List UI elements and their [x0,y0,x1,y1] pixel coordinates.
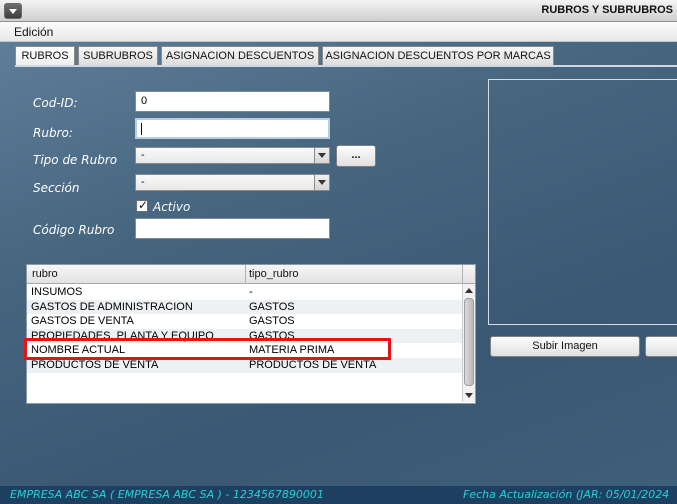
column-header-tipo-rubro[interactable]: tipo_rubro [249,268,299,280]
cod-id-label: Cod-ID: [33,96,78,110]
rubros-table: rubro tipo_rubro INSUMOS - GASTOS DE ADM… [26,264,476,404]
cell-tipo-rubro: - [249,286,253,298]
cell-rubro: INSUMOS [31,286,83,298]
image-preview-panel [488,79,677,325]
column-divider[interactable] [462,265,463,284]
table-body: INSUMOS - GASTOS DE ADMINISTRACION GASTO… [27,285,463,373]
tipo-rubro-value: - [141,149,145,161]
cell-tipo-rubro: GASTOS [249,315,295,328]
scroll-up-icon[interactable] [463,285,475,297]
tipo-rubro-select[interactable]: - [135,147,330,164]
cell-tipo-rubro: PRODUCTOS DE VENTA [249,358,377,371]
tab-rubros[interactable]: RUBROS [15,46,75,67]
column-header-rubro[interactable]: rubro [32,268,58,280]
cell-rubro: GASTOS DE VENTA [31,315,134,328]
rubro-field[interactable] [135,118,330,139]
table-row[interactable]: GASTOS DE ADMINISTRACION GASTOS [27,299,463,315]
scroll-down-icon[interactable] [463,389,475,401]
activo-checkbox[interactable] [136,198,148,212]
cell-rubro: PRODUCTOS DE VENTA [31,358,159,371]
tab-asignacion-descuentos-marcas[interactable]: ASIGNACION DESCUENTOS POR MARCAS [322,46,554,66]
column-divider[interactable] [245,265,246,284]
cell-tipo-rubro: GASTOS [249,329,295,342]
table-header: rubro tipo_rubro [27,265,475,284]
update-date: Fecha Actualización (JAR: 05/01/2024 [463,488,670,501]
table-row[interactable]: INSUMOS - [27,285,463,300]
codigo-rubro-label: Código Rubro [33,223,115,237]
window-title: RUBROS Y SUBRUBROS [541,4,673,16]
table-scrollbar[interactable] [462,284,475,402]
tab-underline [15,65,677,67]
cell-rubro: PROPIEDADES, PLANTA Y EQUIPO [31,329,214,342]
codigo-rubro-field[interactable] [135,218,330,239]
cod-id-field[interactable]: 0 [135,91,330,112]
activo-label: Activo [153,200,191,214]
upload-image-button[interactable]: Subir Imagen [490,336,640,357]
seccion-label: Sección [33,181,80,195]
status-bar: EMPRESA ABC SA ( EMPRESA ABC SA ) - 1234… [0,486,677,504]
chevron-down-icon[interactable] [314,175,329,190]
seccion-value: - [141,176,145,188]
title-bar: RUBROS Y SUBRUBROS [0,0,677,22]
table-row[interactable]: NOMBRE ACTUAL MATERIA PRIMA [27,343,463,358]
scroll-thumb[interactable] [464,298,474,386]
rubro-label: Rubro: [33,126,73,140]
window-menu-icon[interactable] [4,3,22,19]
tipo-rubro-label: Tipo de Rubro [33,153,118,167]
tab-subrubros[interactable]: SUBRUBROS [78,46,158,66]
image-secondary-button[interactable] [645,336,677,357]
tab-asignacion-descuentos[interactable]: ASIGNACION DESCUENTOS [161,46,319,66]
company-info: EMPRESA ABC SA ( EMPRESA ABC SA ) - 1234… [10,488,324,501]
seccion-select[interactable]: - [135,174,330,191]
menu-edicion[interactable]: Edición [14,25,53,39]
chevron-down-icon[interactable] [314,148,329,163]
cell-rubro: NOMBRE ACTUAL [31,344,126,357]
menu-bar: Edición [0,22,677,42]
table-row[interactable]: GASTOS DE VENTA GASTOS [27,314,463,329]
text-caret [141,123,142,135]
cell-rubro: GASTOS DE ADMINISTRACION [31,300,193,313]
cell-tipo-rubro: MATERIA PRIMA [249,344,335,357]
table-row[interactable]: PROPIEDADES, PLANTA Y EQUIPO GASTOS [27,328,463,344]
table-row[interactable]: PRODUCTOS DE VENTA PRODUCTOS DE VENTA [27,357,463,373]
browse-tipo-button[interactable]: ... [336,145,376,167]
cell-tipo-rubro: GASTOS [249,300,295,313]
